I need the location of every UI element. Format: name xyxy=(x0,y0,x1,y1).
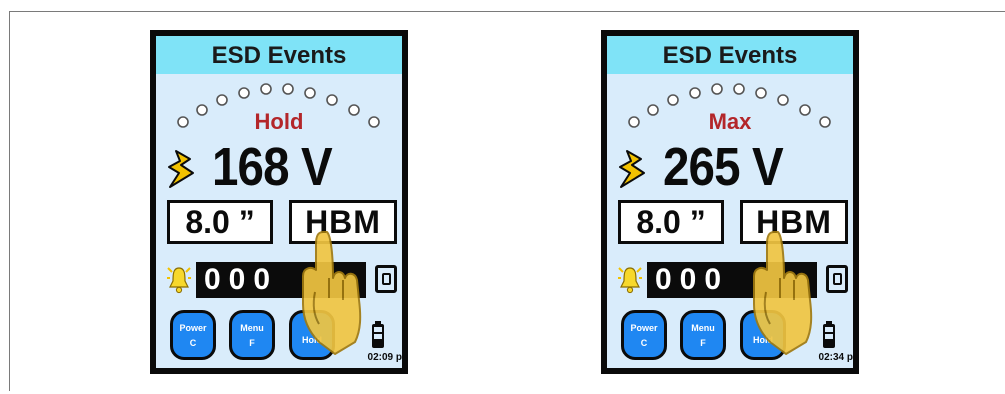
menu-button-label: Menu xyxy=(691,323,715,333)
lightning-bolt-icon xyxy=(168,150,194,188)
menu-button-key: F xyxy=(249,338,255,348)
pointing-hand-icon xyxy=(753,231,813,355)
power-button-label: Power xyxy=(179,323,207,333)
distance-field[interactable]: 8.0 ” xyxy=(167,200,273,244)
screen-title: ESD Events xyxy=(607,36,853,74)
screen-title: ESD Events xyxy=(156,36,402,74)
menu-button-label: Menu xyxy=(240,323,264,333)
device-screen: ESD Events Max 265 V 8.0 ” HBM 000 Power… xyxy=(607,36,853,368)
esd-meter-device-max: ESD Events Max 265 V 8.0 ” HBM 000 Power… xyxy=(601,30,859,374)
pointing-hand-icon xyxy=(302,231,362,355)
figure-frame-top xyxy=(9,11,1005,12)
power-button[interactable]: Power C xyxy=(621,310,667,360)
menu-button-key: F xyxy=(700,338,706,348)
menu-button[interactable]: Menu F xyxy=(680,310,726,360)
reset-icon[interactable] xyxy=(826,265,848,293)
figure-frame-left xyxy=(9,11,10,391)
power-button-key: C xyxy=(189,338,197,348)
reset-icon[interactable] xyxy=(375,265,397,293)
power-button[interactable]: Power C xyxy=(170,310,216,360)
menu-button[interactable]: Menu F xyxy=(229,310,275,360)
battery-icon xyxy=(823,321,835,348)
battery-icon xyxy=(372,321,384,348)
device-screen: ESD Events Hold 168 V 8.0 ” HBM 000 Powe… xyxy=(156,36,402,368)
esd-meter-device-hold: ESD Events Hold 168 V 8.0 ” HBM 000 Powe… xyxy=(150,30,408,374)
bell-icon xyxy=(618,267,642,294)
mode-label: Hold xyxy=(254,109,304,134)
lightning-bolt-icon xyxy=(619,150,645,188)
power-button-key: C xyxy=(640,338,648,348)
mode-label: Max xyxy=(708,109,752,134)
distance-field[interactable]: 8.0 ” xyxy=(618,200,724,244)
bell-icon xyxy=(167,267,191,294)
voltage-reading: 168 V xyxy=(212,137,333,197)
power-button-label: Power xyxy=(630,323,658,333)
voltage-reading: 265 V xyxy=(663,137,784,197)
